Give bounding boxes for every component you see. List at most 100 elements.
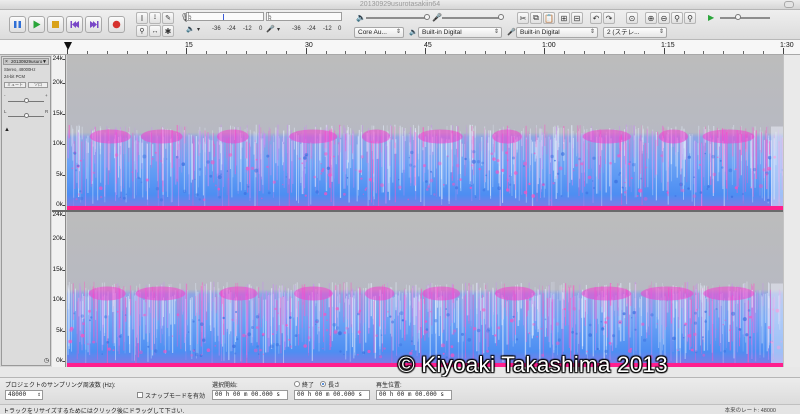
asterisk-icon: ✱ [164,26,172,36]
audio-position-field[interactable]: 00 h 00 m 00.000 s [376,390,452,400]
output-volume-slider[interactable] [366,17,426,19]
zoom-tool[interactable]: ⚲ [136,25,148,37]
snap-mode-checkbox[interactable] [137,392,143,398]
input-device-icon: 🎤 [507,29,516,36]
frequency-tick-label: 5k [56,170,63,178]
paste-button[interactable]: 📋 [543,12,555,24]
input-volume-slider[interactable] [442,17,502,19]
scissors-icon: ✂ [519,13,527,23]
output-device-select[interactable]: Built-in Digital ⇕ [418,27,502,38]
dropdown-arrow-icon: ⇕ [37,391,41,398]
input-volume-knob[interactable] [498,14,504,20]
selection-start-field[interactable]: 00 h 00 m 00.000 s [212,390,288,400]
length-radio[interactable] [320,381,326,387]
output-volume-knob[interactable] [424,14,430,20]
output-device-icon: 🔈 [409,29,418,36]
meter-scale-rec-24: -24 [227,26,236,32]
frequency-tick-label: 15k [52,265,63,273]
input-device-select[interactable]: Built-in Digital ⇕ [516,27,598,38]
chevron-down-icon[interactable]: ▾ [197,26,200,35]
trim-button[interactable]: ⊞ [558,12,570,24]
spectrogram-channel-left[interactable] [67,55,783,210]
cut-button[interactable]: ✂ [517,12,529,24]
pan-knob[interactable] [24,113,29,118]
audio-host-select[interactable]: Core Au... ⇕ [354,27,404,38]
record-meter[interactable]: LR [186,12,264,22]
collapse-track-icon[interactable]: ▲ [4,127,10,133]
close-icon[interactable]: × [5,59,8,64]
ruler-tick [425,48,426,54]
selection-end-field[interactable]: 00 h 00 m 00.000 s [294,390,370,400]
ruler-tick [345,51,347,54]
skip-to-end-button[interactable] [85,16,102,33]
sync-lock-button[interactable]: ⊙ [626,12,638,24]
selection-tool[interactable]: I [136,12,148,24]
paste-icon: 📋 [544,13,554,23]
play-speed-knob[interactable] [735,14,741,20]
track-control-panel[interactable]: × 20130929usuro ▼ Stereo, 48000Hz 24-bit… [1,56,51,366]
microphone-small-icon: 🎤 [266,26,275,33]
ruler-tick [544,48,546,54]
frequency-tick-label: 10k [52,140,63,148]
spectrogram-channel-right[interactable] [67,212,783,367]
spectrogram-image [67,55,783,210]
vertical-scrollbar[interactable] [783,55,800,367]
ruler-tick [206,51,208,54]
zoom-in-button[interactable]: ⊕ [645,12,657,24]
redo-button[interactable]: ↷ [603,12,615,24]
chevron-down-icon[interactable]: ▼ [42,59,47,64]
gain-knob[interactable] [24,98,29,103]
channels-select[interactable]: 2 (ステレ... ⇕ [603,27,667,38]
stop-icon [52,21,59,28]
sync-lock-icon: ⊙ [628,13,636,23]
zoom-out-icon: ⊖ [660,13,668,23]
record-button[interactable] [108,16,125,33]
playback-meter[interactable]: LR [266,12,342,22]
silence-button[interactable]: ⊟ [571,12,583,24]
multi-tool[interactable]: ✱ [162,25,174,37]
silence-icon: ⊟ [573,13,581,23]
mute-button[interactable]: ミュート [4,82,26,88]
frequency-tick [63,83,65,85]
undo-button[interactable]: ↶ [590,12,602,24]
meter-scale-play-0: 0 [338,26,342,32]
copy-button[interactable]: ⧉ [530,12,542,24]
selection-toolbar: プロジェクトのサンプリング周波数 (Hz): 48000 ⇕ スナップモードを有… [0,377,800,404]
fit-selection-button[interactable]: ⚲ [671,12,683,24]
play-speed-slider[interactable] [720,17,770,19]
play-button[interactable] [28,16,45,33]
draw-tool[interactable]: ✎ [162,12,174,24]
selection-start-label: 選択開始: [212,383,238,389]
ruler-tick [146,51,148,54]
end-radio[interactable] [294,381,300,387]
frequency-tick [63,215,65,216]
track-area[interactable]: × 20130929usuro ▼ Stereo, 48000Hz 24-bit… [0,55,800,367]
skip-to-start-button[interactable] [66,16,83,33]
meter-scale-play-24: -24 [307,26,316,32]
zoom-out-button[interactable]: ⊖ [658,12,670,24]
pause-button[interactable] [9,16,26,33]
track-name-button[interactable]: × 20130929usuro ▼ [3,58,49,65]
ruler-tick [325,51,327,54]
timeline-ruler[interactable]: 0 15 30 45 1:00 1:15 1:30 [0,40,800,55]
frequency-tick [63,239,65,241]
toolbar-toggle-button[interactable] [784,1,794,8]
envelope-tool[interactable]: ⟟ [149,12,161,24]
meter-scale-rec-36: -36 [212,26,221,32]
frequency-tick-label: 20k [52,235,63,243]
play-at-speed-button[interactable]: ▶ [708,13,714,22]
frequency-tick-label: 24k [52,211,63,218]
stop-button[interactable] [47,16,64,33]
fit-project-button[interactable]: ⚲ [684,12,696,24]
undo-icon: ↶ [592,13,600,23]
time-shift-tool[interactable]: ↔ [149,25,161,37]
pan-right-label: R [45,109,49,114]
chevron-down-icon[interactable]: ▾ [277,26,280,35]
project-rate-select[interactable]: 48000 ⇕ [5,390,43,400]
ruler-tick [385,51,387,54]
ruler-tick [186,48,188,54]
ruler-tick [106,51,108,54]
solo-button[interactable]: ソロ [28,82,48,88]
track-sync-icon[interactable]: ◷ [44,357,49,364]
meter-scale-play-12: -12 [323,26,332,32]
